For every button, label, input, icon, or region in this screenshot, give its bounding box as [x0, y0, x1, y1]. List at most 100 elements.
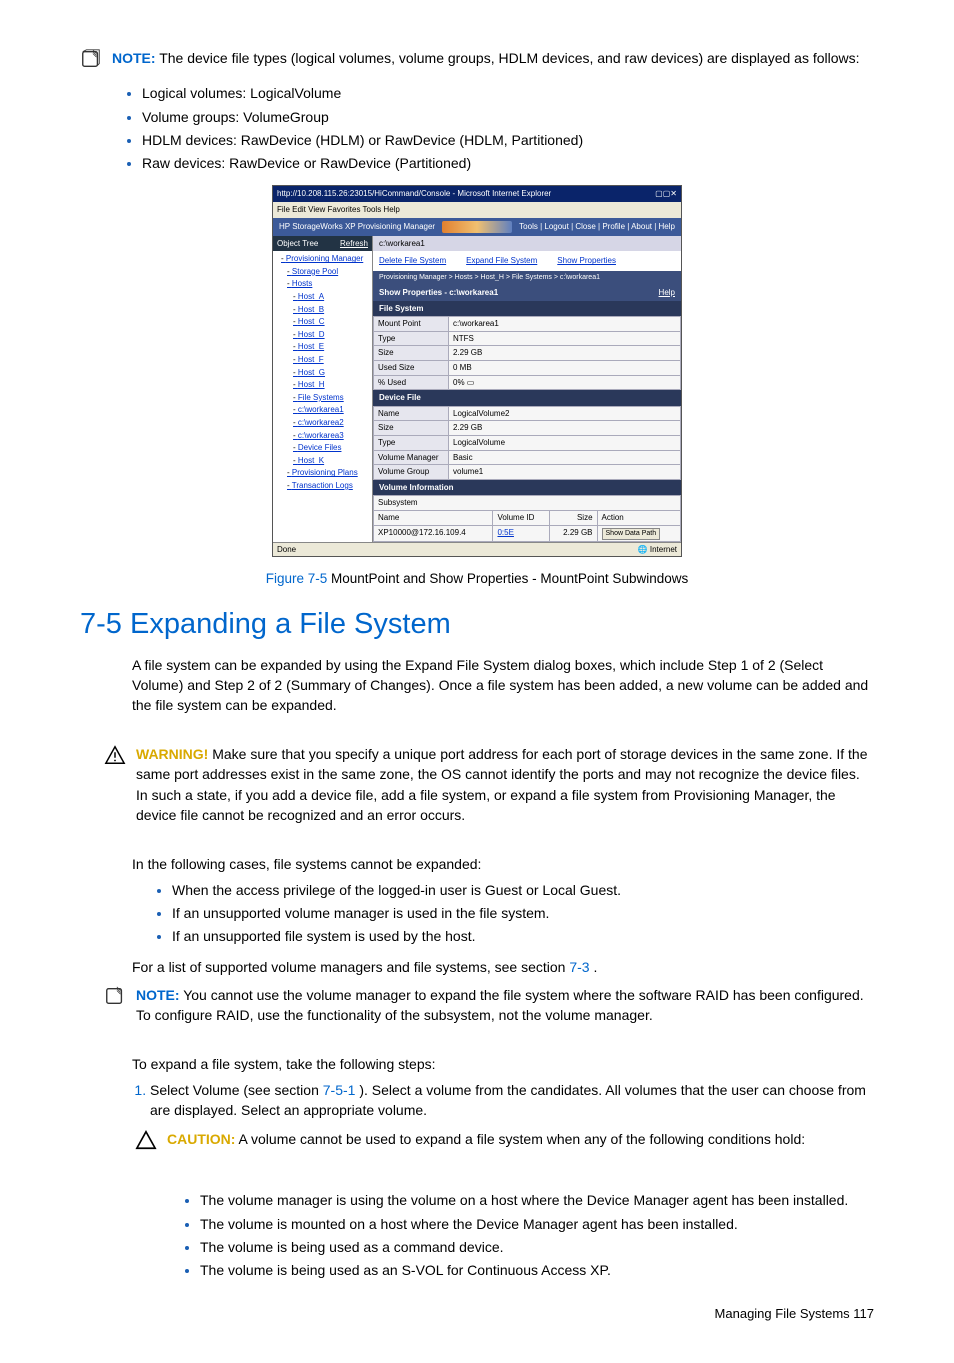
tree-item: Hosts [275, 278, 370, 291]
tree-item: Device Files [275, 442, 370, 455]
vi-subsystem: Subsystem [374, 496, 681, 511]
list-item: Volume groups: VolumeGroup [142, 107, 874, 127]
list-item: Logical volumes: LogicalVolume [142, 83, 874, 103]
file-system-table: Mount Pointc:\workarea1TypeNTFSSize2.29 … [373, 316, 681, 390]
paragraph-4: To expand a file system, take the follow… [132, 1054, 874, 1074]
app-header-links: Tools | Logout | Close | Profile | About… [519, 221, 675, 233]
show-data-path-button: Show Data Path [602, 528, 661, 540]
tree-item: Storage Pool [275, 266, 370, 279]
tree-item: Provisioning Manager [275, 253, 370, 266]
tree-refresh-link: Refresh [340, 238, 368, 250]
section-link-7-3[interactable]: 7-3 [569, 959, 589, 975]
app-brand-wave [442, 221, 512, 233]
note2-text: NOTE: You cannot use the volume manager … [136, 985, 874, 1026]
panel-title-bar: Show Properties - c:\workarea1 Help [373, 285, 681, 301]
tree-header: Object Tree [277, 238, 318, 250]
vi-row-size: 2.29 GB [550, 525, 597, 541]
volume-info-table: Subsystem Name Volume ID Size Action XP1… [373, 495, 681, 541]
vi-hdr-volid: Volume ID [493, 510, 550, 525]
step-1: Select Volume (see section 7-5-1 ). Sele… [150, 1080, 874, 1121]
tree-item: c:\workarea2 [275, 417, 370, 430]
window-controls: ▢▢✕ [655, 188, 677, 200]
caution-bullets: The volume manager is using the volume o… [80, 1190, 874, 1280]
tree-item: c:\workarea3 [275, 430, 370, 443]
tree-item: Host_H [275, 379, 370, 392]
caution-label: CAUTION: [167, 1131, 235, 1147]
tree-item: Transaction Logs [275, 480, 370, 493]
list-item: If an unsupported volume manager is used… [172, 903, 874, 923]
note1-bullet-list: Logical volumes: LogicalVolume Volume gr… [80, 83, 874, 173]
list-item: The volume manager is using the volume o… [200, 1190, 874, 1210]
status-left: Done [277, 544, 296, 556]
warning-block: WARNING! Make sure that you specify a un… [104, 744, 874, 825]
section-heading: 7-5 Expanding a File System [80, 603, 874, 645]
note-block-1: NOTE: The device file types (logical vol… [80, 48, 874, 75]
figure-caption-text: MountPoint and Show Properties - MountPo… [327, 571, 688, 586]
note-label: NOTE: [136, 987, 180, 1003]
list-item: Raw devices: RawDevice or RawDevice (Par… [142, 153, 874, 173]
object-tree-panel: Object Tree Refresh Provisioning Manager… [273, 236, 373, 542]
cases-list: When the access privilege of the logged-… [80, 880, 874, 947]
browser-status-bar: Done 🌐 Internet [273, 542, 681, 557]
breadcrumb-top: c:\workarea1 [373, 236, 681, 252]
caution-text: CAUTION: A volume cannot be used to expa… [167, 1129, 805, 1156]
tree-item: Host_D [275, 329, 370, 342]
warning-label: WARNING! [136, 746, 208, 762]
tree-item: Provisioning Plans [275, 467, 370, 480]
vi-hdr-size: Size [550, 510, 597, 525]
tree-item: Host_F [275, 354, 370, 367]
browser-menubar: File Edit View Favorites Tools Help [273, 202, 681, 218]
section-device-file: Device File [373, 390, 681, 406]
caution-icon [135, 1129, 157, 1156]
tree-item: Host_G [275, 367, 370, 380]
panel-help-link: Help [659, 287, 675, 299]
paragraph-3: For a list of supported volume managers … [132, 957, 874, 977]
note-text: NOTE: The device file types (logical vol… [112, 48, 860, 75]
app-title: HP StorageWorks XP Provisioning Manager [279, 221, 435, 233]
tree-item: Host_A [275, 291, 370, 304]
tree-item: File Systems [275, 392, 370, 405]
embedded-screenshot: http://10.208.115.26:23015/HiCommand/Con… [272, 185, 682, 557]
note-icon [104, 985, 126, 1026]
show-props-link: Show Properties [557, 255, 616, 267]
list-item: If an unsupported file system is used by… [172, 926, 874, 946]
tree-item: Host_K [275, 455, 370, 468]
warning-icon [104, 744, 126, 825]
breadcrumb-path: Provisioning Manager > Hosts > Host_H > … [373, 271, 681, 285]
list-item: The volume is being used as an S-VOL for… [200, 1260, 874, 1280]
caution-block: CAUTION: A volume cannot be used to expa… [135, 1129, 874, 1156]
note-label: NOTE: [112, 50, 156, 66]
note-block-2: NOTE: You cannot use the volume manager … [104, 985, 874, 1026]
tree-item: c:\workarea1 [275, 404, 370, 417]
list-item: HDLM devices: RawDevice (HDLM) or RawDev… [142, 130, 874, 150]
main-panel: c:\workarea1 Delete File System Expand F… [373, 236, 681, 542]
figure-number: Figure 7-5 [266, 571, 328, 586]
expand-fs-link: Expand File System [466, 255, 537, 267]
panel-title: Show Properties - c:\workarea1 [379, 287, 498, 299]
section-link-7-5-1[interactable]: 7-5-1 [323, 1082, 356, 1098]
paragraph-1: A file system can be expanded by using t… [132, 655, 874, 716]
titlebar-text: http://10.208.115.26:23015/HiCommand/Con… [277, 188, 551, 200]
vi-hdr-name: Name [374, 510, 493, 525]
status-right: 🌐 Internet [638, 544, 677, 556]
main-action-links: Delete File System Expand File System Sh… [373, 251, 681, 271]
steps-list: Select Volume (see section 7-5-1 ). Sele… [80, 1080, 874, 1121]
vi-row-volid: 0:5E [497, 528, 513, 537]
tree-item: Host_B [275, 304, 370, 317]
vi-row-name: XP10000@172.16.109.4 [374, 525, 493, 541]
tree-item: Host_E [275, 341, 370, 354]
tree-item: Host_C [275, 316, 370, 329]
browser-titlebar: http://10.208.115.26:23015/HiCommand/Con… [273, 186, 681, 202]
paragraph-2: In the following cases, file systems can… [132, 854, 874, 874]
app-header-bar: HP StorageWorks XP Provisioning Manager … [273, 218, 681, 236]
warning-text: WARNING! Make sure that you specify a un… [136, 744, 874, 825]
vi-hdr-action: Action [597, 510, 680, 525]
note-icon [80, 48, 102, 75]
list-item: The volume is being used as a command de… [200, 1237, 874, 1257]
section-volume-info: Volume Information [373, 480, 681, 496]
list-item: The volume is mounted on a host where th… [200, 1214, 874, 1234]
list-item: When the access privilege of the logged-… [172, 880, 874, 900]
delete-fs-link: Delete File System [379, 255, 446, 267]
figure-caption: Figure 7-5 MountPoint and Show Propertie… [80, 569, 874, 589]
page-footer: Managing File Systems 117 [80, 1305, 874, 1324]
